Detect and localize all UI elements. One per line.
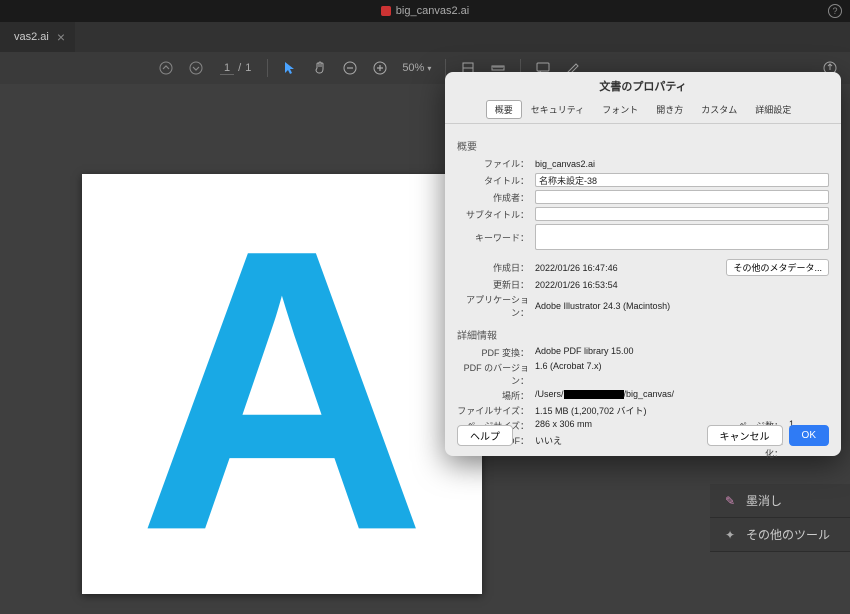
tab-custom[interactable]: カスタム <box>692 100 746 119</box>
document-tabbar: vas2.ai × <box>0 22 850 52</box>
cancel-button[interactable]: キャンセル <box>707 425 783 446</box>
detail-section-label: 詳細情報 <box>457 327 829 342</box>
tab-overview[interactable]: 概要 <box>486 100 522 119</box>
pdf-convert-value: Adobe PDF library 15.00 <box>535 346 829 359</box>
app-icon <box>381 6 391 16</box>
other-metadata-button[interactable]: その他のメタデータ... <box>726 259 829 276</box>
zoom-in-icon[interactable] <box>368 56 392 80</box>
pdf-version-value: 1.6 (Acrobat 7.x) <box>535 361 829 387</box>
page-down-icon[interactable] <box>184 56 208 80</box>
filesize-value: 1.15 MB (1,200,702 バイト) <box>535 404 829 417</box>
dialog-title: 文書のプロパティ <box>445 72 841 100</box>
app-titlebar: big_canvas2.ai ? <box>0 0 850 22</box>
dialog-body: 概要 ファイル：big_canvas2.ai タイトル： 作成者： サブタイトル… <box>445 124 841 468</box>
subtitle-input[interactable] <box>535 207 829 221</box>
tab-font[interactable]: フォント <box>593 100 647 119</box>
panel-item-redact[interactable]: ✎ 墨消し <box>710 484 850 518</box>
right-tools-panel: ✎ 墨消し ✦ その他のツール <box>710 484 850 552</box>
title-input[interactable] <box>535 173 829 187</box>
application-value: Adobe Illustrator 24.3 (Macintosh) <box>535 301 670 311</box>
author-input[interactable] <box>535 190 829 204</box>
chevron-down-icon: ▾ <box>427 64 431 73</box>
wrench-icon: ✦ <box>722 527 738 543</box>
keyword-input[interactable] <box>535 224 829 250</box>
redacted-path <box>564 390 624 399</box>
tab-security[interactable]: セキュリティ <box>522 100 593 119</box>
zoom-out-icon[interactable] <box>338 56 362 80</box>
select-tool-icon[interactable] <box>278 56 302 80</box>
tab-open-method[interactable]: 開き方 <box>647 100 692 119</box>
document-properties-dialog: 文書のプロパティ 概要 セキュリティ フォント 開き方 カスタム 詳細設定 概要… <box>445 72 841 456</box>
file-value: big_canvas2.ai <box>535 159 829 169</box>
redact-icon: ✎ <box>722 493 738 509</box>
location-value: /Users//big_canvas/ <box>535 389 829 402</box>
panel-item-other-tools[interactable]: ✦ その他のツール <box>710 518 850 552</box>
updated-value: 2022/01/26 16:53:54 <box>535 280 618 290</box>
tab-label: vas2.ai <box>14 31 49 43</box>
help-button[interactable]: ヘルプ <box>457 425 513 446</box>
tab-close-icon[interactable]: × <box>57 29 65 45</box>
created-value: 2022/01/26 16:47:46 <box>535 263 618 273</box>
zoom-level-dropdown[interactable]: 50% ▾ <box>402 62 431 74</box>
ok-button[interactable]: OK <box>789 425 829 446</box>
hand-tool-icon[interactable] <box>308 56 332 80</box>
tab-advanced[interactable]: 詳細設定 <box>746 100 800 119</box>
overview-section-label: 概要 <box>457 138 829 153</box>
dialog-footer: ヘルプ キャンセル OK <box>457 425 829 446</box>
dialog-tabs: 概要 セキュリティ フォント 開き方 カスタム 詳細設定 <box>445 100 841 124</box>
page-total: 1 <box>245 62 251 74</box>
page-indicator: 1 / 1 <box>220 62 251 75</box>
page-view[interactable]: A <box>82 174 482 594</box>
page-content-letter: A <box>138 230 427 550</box>
page-current[interactable]: 1 <box>220 62 234 75</box>
divider <box>267 59 268 77</box>
page-up-icon[interactable] <box>154 56 178 80</box>
title-filename: big_canvas2.ai <box>396 5 469 17</box>
help-icon[interactable]: ? <box>828 4 842 18</box>
document-tab[interactable]: vas2.ai × <box>0 22 75 52</box>
